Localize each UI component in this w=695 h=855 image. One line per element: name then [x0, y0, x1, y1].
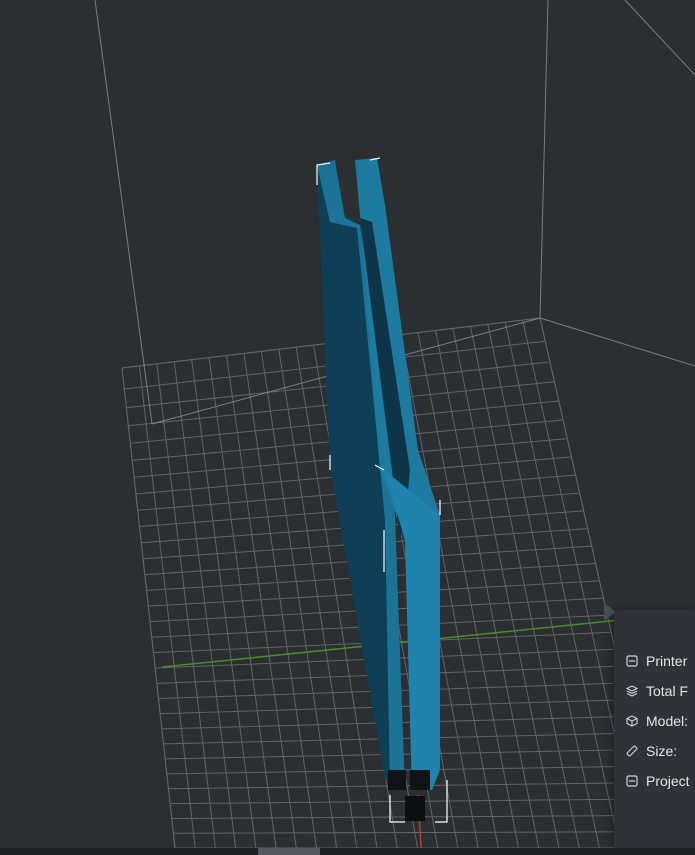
3d-model[interactable] [317, 158, 440, 821]
info-label: Printer [646, 653, 688, 669]
grid-line [226, 355, 297, 849]
info-row-project: Project [626, 773, 690, 789]
info-row-size: Size: [626, 743, 677, 759]
grid-line [260, 351, 338, 849]
printer-icon [626, 655, 638, 667]
scrollbar-thumb[interactable] [258, 848, 320, 855]
cube-icon [626, 715, 638, 727]
grid-line [191, 359, 257, 849]
info-row-printer: Printer [626, 653, 687, 669]
layers-icon [626, 685, 638, 697]
info-row-total: Total F [626, 683, 688, 699]
info-label: Model: [646, 713, 689, 729]
grid-line [156, 363, 216, 849]
print-info-panel: Printer Total F Model: Size: Project [614, 610, 695, 848]
info-label: Total F [646, 683, 689, 699]
grid-line [173, 361, 237, 849]
info-row-model: Model: [626, 713, 688, 729]
ruler-icon [626, 745, 638, 757]
grid-line [208, 357, 277, 849]
info-label: Size: [646, 743, 678, 759]
build-plate-scene[interactable] [0, 0, 695, 855]
horizontal-scrollbar[interactable] [0, 848, 695, 855]
project-icon [626, 775, 638, 787]
3d-viewport[interactable]: Printer Total F Model: Size: Project [0, 0, 695, 855]
info-label: Project [646, 773, 690, 789]
grid-line [243, 353, 317, 849]
